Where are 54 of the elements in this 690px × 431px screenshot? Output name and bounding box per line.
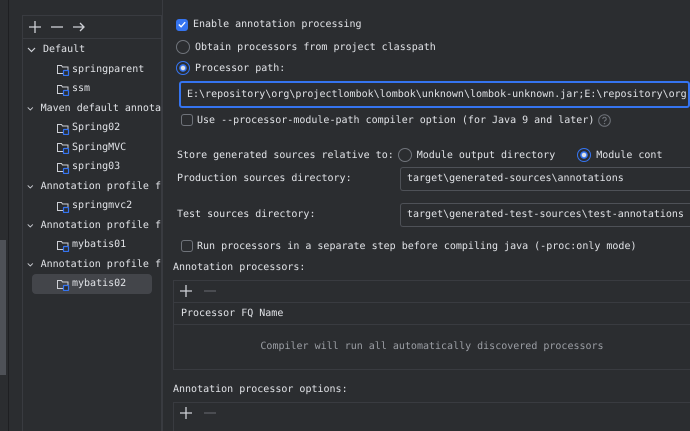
- radio-label: Module cont: [596, 150, 662, 161]
- module-item[interactable]: ssm: [32, 79, 152, 98]
- module-item[interactable]: mybatis01: [32, 235, 152, 254]
- radio-button[interactable]: [176, 61, 190, 75]
- profile-group[interactable]: Annotation profile f: [40, 180, 161, 192]
- processor-path-field[interactable]: E:\repository\org\projectlombok\lombok\unknown\lombok-unknown.jar;E:\repository\org: [179, 81, 690, 108]
- checkbox-label: Use --processor-module-path compiler option (for Java 9 and later): [197, 114, 594, 126]
- module-item[interactable]: Spring02: [32, 118, 152, 138]
- module-item[interactable]: springparent: [32, 60, 152, 79]
- minus-icon: [50, 26, 64, 28]
- profile-group[interactable]: Default: [43, 44, 86, 56]
- empty-table-text: Compiler will run all automatically discovered processors: [260, 341, 604, 352]
- radio-button[interactable]: [176, 40, 190, 54]
- radio-label: Processor path:: [195, 62, 286, 74]
- field-label: Store generated sources relative to:: [177, 150, 394, 161]
- minus-icon: [203, 412, 217, 415]
- radio-button[interactable]: [577, 148, 592, 162]
- production-sources-field[interactable]: target\generated-sources\annotations: [400, 166, 690, 191]
- field-label: Test sources directory:: [177, 209, 316, 220]
- scrollbar-thumb[interactable]: [0, 240, 6, 375]
- profile-group[interactable]: Annotation profile f: [40, 258, 161, 270]
- profile-group[interactable]: Annotation profile f: [40, 220, 161, 231]
- radio-button[interactable]: [398, 148, 412, 162]
- radio-label: Module output directory: [416, 150, 556, 161]
- checkbox-label: Run processors in a separate step before compiling java (-proc:only mode): [197, 240, 636, 252]
- plus-icon: [28, 20, 42, 34]
- checkbox[interactable]: [181, 240, 193, 252]
- checkbox[interactable]: [176, 18, 188, 31]
- checkbox[interactable]: [181, 114, 193, 126]
- test-sources-field[interactable]: target\generated-test-sources\test-annotations: [400, 202, 690, 227]
- arrow-right-icon: [72, 20, 86, 34]
- add-button[interactable]: [27, 20, 43, 34]
- help-icon[interactable]: [598, 114, 612, 127]
- plus-icon: [179, 284, 193, 298]
- profile-group[interactable]: Maven default annota: [40, 102, 161, 114]
- add-button[interactable]: [178, 406, 194, 420]
- radio-label: Obtain processors from project classpath: [195, 42, 436, 53]
- module-item[interactable]: springmvc2: [32, 196, 152, 216]
- module-item[interactable]: mybatis02: [32, 274, 152, 294]
- module-folder-icon: [56, 140, 70, 154]
- column-header[interactable]: Processor FQ Name: [181, 308, 284, 319]
- section-title: Annotation processor options:: [173, 384, 349, 397]
- module-item[interactable]: spring03: [32, 157, 152, 176]
- move-button[interactable]: [71, 20, 87, 34]
- plus-icon: [179, 406, 193, 420]
- section-title: Annotation processors:: [173, 262, 306, 275]
- module-item[interactable]: SpringMVC: [32, 138, 152, 157]
- field-label: Production sources directory:: [177, 173, 353, 184]
- checkbox-label: Enable annotation processing: [193, 19, 362, 30]
- minus-icon: [203, 290, 217, 293]
- add-button[interactable]: [178, 284, 194, 298]
- remove-button[interactable]: [49, 26, 65, 28]
- chevron-icon[interactable]: [27, 45, 36, 54]
- module-folder-icon: [56, 62, 70, 76]
